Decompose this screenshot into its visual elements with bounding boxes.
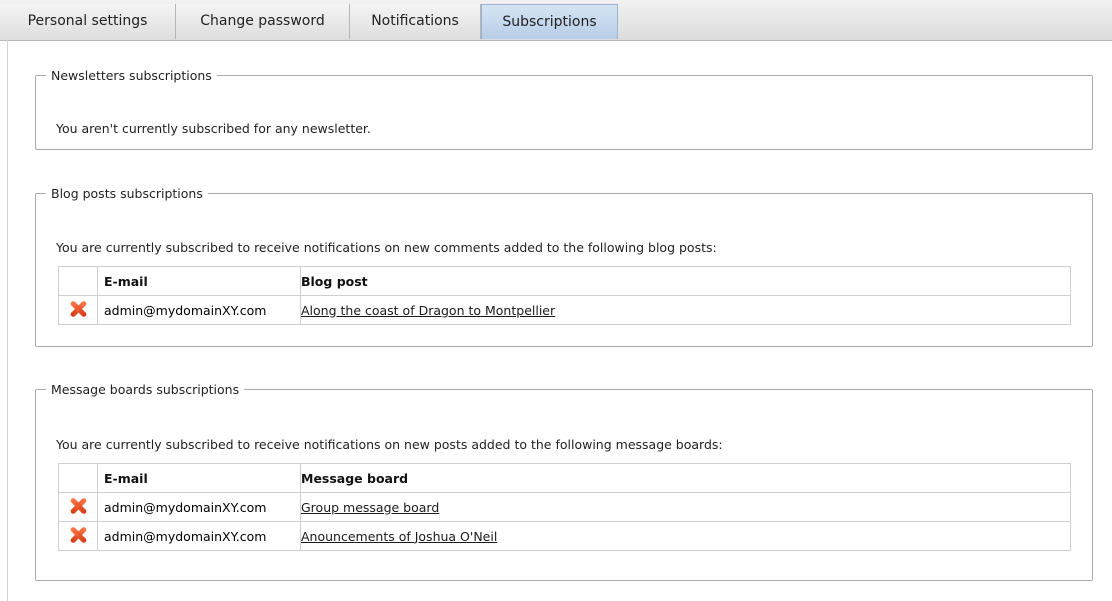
message-board-link[interactable]: Anouncements of Joshua O'Neil: [301, 529, 497, 544]
message-boards-legend: Message boards subscriptions: [51, 382, 240, 397]
blog-posts-fieldset: Blog posts subscriptions You are current…: [35, 186, 1093, 347]
tab-change-password[interactable]: Change password: [176, 4, 350, 39]
content-left-border: [7, 40, 8, 601]
blog-posts-legend: Blog posts subscriptions: [51, 186, 203, 201]
table-header-row: E-mail Message board: [58, 463, 1071, 493]
column-header-email: E-mail: [97, 266, 301, 296]
message-boards-fieldset: Message boards subscriptions You are cur…: [35, 382, 1093, 581]
newsletters-legend: Newsletters subscriptions: [51, 68, 212, 83]
table-row: admin@mydomainXY.com Along the coast of …: [58, 295, 1071, 325]
blog-posts-table: E-mail Blog post admin@mydomainXY.com Al…: [58, 266, 1071, 325]
delete-icon[interactable]: [68, 299, 88, 319]
table-row: admin@mydomainXY.com Anouncements of Jos…: [58, 521, 1071, 551]
newsletters-fieldset: Newsletters subscriptions You aren't cur…: [35, 68, 1093, 150]
table-header-row: E-mail Blog post: [58, 266, 1071, 296]
column-header-message-board: Message board: [300, 463, 1071, 493]
delete-icon[interactable]: [68, 496, 88, 516]
tab-subscriptions[interactable]: Subscriptions: [481, 4, 618, 39]
row-email: admin@mydomainXY.com: [97, 492, 301, 522]
blog-posts-message: You are currently subscribed to receive …: [56, 240, 717, 255]
row-email: admin@mydomainXY.com: [97, 295, 301, 325]
column-header-email: E-mail: [97, 463, 301, 493]
table-row: admin@mydomainXY.com Group message board: [58, 492, 1071, 522]
blog-post-link[interactable]: Along the coast of Dragon to Montpellier: [301, 303, 555, 318]
tab-personal-settings[interactable]: Personal settings: [0, 4, 176, 39]
tab-notifications[interactable]: Notifications: [350, 4, 481, 39]
message-boards-table: E-mail Message board admin@mydomainXY.co…: [58, 463, 1071, 551]
message-board-link[interactable]: Group message board: [301, 500, 439, 515]
row-email: admin@mydomainXY.com: [97, 521, 301, 551]
column-header-blog-post: Blog post: [300, 266, 1071, 296]
delete-icon[interactable]: [68, 525, 88, 545]
newsletters-message: You aren't currently subscribed for any …: [56, 121, 371, 136]
message-boards-message: You are currently subscribed to receive …: [56, 437, 723, 452]
tab-bar: Personal settings Change password Notifi…: [0, 0, 1112, 41]
